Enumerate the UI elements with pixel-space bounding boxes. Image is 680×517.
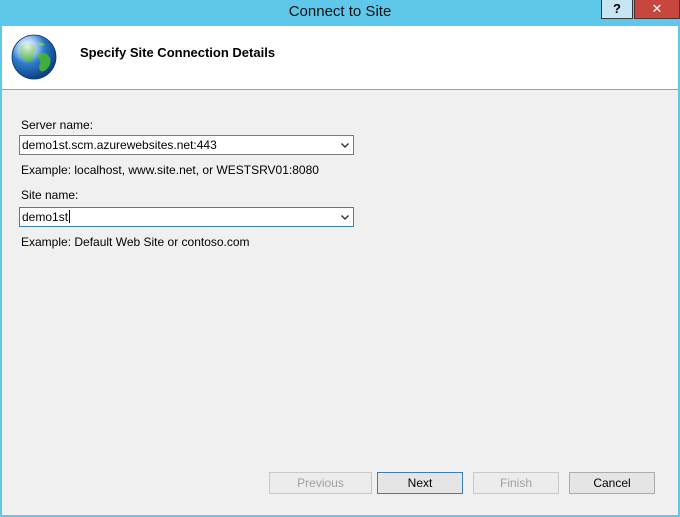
title-bar[interactable]: Connect to Site ? ✕ <box>0 0 680 26</box>
site-name-combobox[interactable]: demo1st <box>19 207 354 227</box>
chevron-down-icon[interactable] <box>340 212 350 222</box>
server-name-example: Example: localhost, www.site.net, or WES… <box>21 163 319 177</box>
site-name-value-wrap: demo1st <box>22 210 71 224</box>
connect-to-site-dialog: Connect to Site ? ✕ Specify Site Connect… <box>0 0 680 517</box>
site-name-value: demo1st <box>22 210 69 224</box>
dialog-client-area: Specify Site Connection Details Server n… <box>2 26 678 515</box>
cancel-button[interactable]: Cancel <box>569 472 655 494</box>
page-title: Specify Site Connection Details <box>80 45 276 60</box>
site-name-label: Site name: <box>21 188 79 202</box>
chevron-down-icon[interactable] <box>340 140 350 150</box>
globe-icon <box>11 34 57 80</box>
text-caret <box>69 210 71 223</box>
previous-button[interactable]: Previous <box>269 472 372 494</box>
next-button[interactable]: Next <box>377 472 463 494</box>
window-title: Connect to Site <box>288 3 392 20</box>
close-button[interactable]: ✕ <box>634 0 680 19</box>
server-name-value: demo1st.scm.azurewebsites.net:443 <box>22 138 217 152</box>
close-icon: ✕ <box>651 1 663 16</box>
wizard-header: Specify Site Connection Details <box>2 26 678 90</box>
help-button[interactable]: ? <box>601 0 633 19</box>
finish-button[interactable]: Finish <box>473 472 559 494</box>
site-name-example: Example: Default Web Site or contoso.com <box>21 235 250 249</box>
server-name-combobox[interactable]: demo1st.scm.azurewebsites.net:443 <box>19 135 354 155</box>
server-name-label: Server name: <box>21 118 94 132</box>
